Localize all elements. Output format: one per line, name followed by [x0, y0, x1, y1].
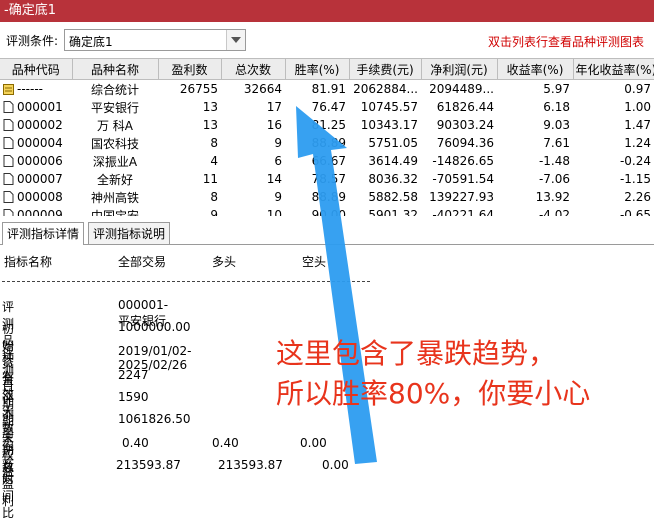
annotation-text-line2: 所以胜率80%，你要小心 [276, 377, 591, 410]
annotation-text-line1: 这里包含了暴跌趋势， [276, 337, 557, 370]
